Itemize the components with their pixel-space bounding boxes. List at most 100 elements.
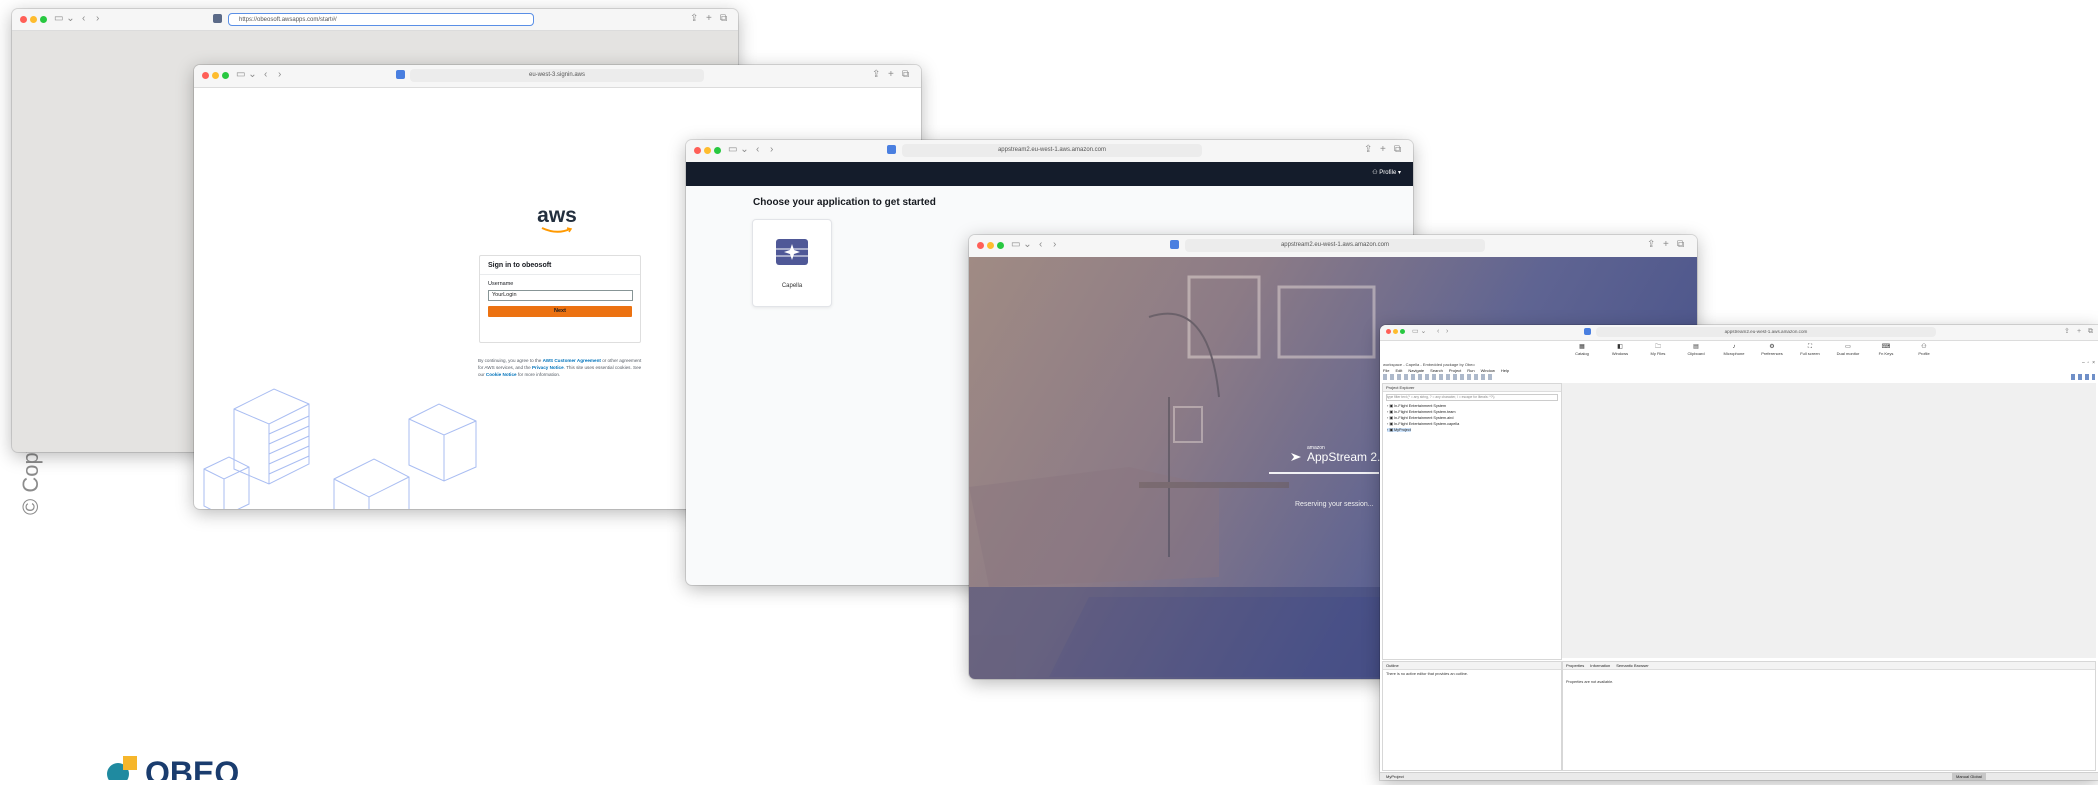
caret-down-icon: ▾ bbox=[1397, 170, 1401, 176]
new-tab-icon[interactable]: + bbox=[2077, 326, 2081, 338]
tabs-icon[interactable]: ⧉ bbox=[2088, 326, 2093, 338]
menu-search[interactable]: Search bbox=[1430, 368, 1443, 373]
monitor-icon: ▭ bbox=[1845, 344, 1851, 350]
sidebar-icon[interactable]: ▭ ⌄ bbox=[1412, 326, 1426, 338]
outline-tab[interactable]: Outline bbox=[1386, 663, 1399, 668]
aws-logo-text: aws bbox=[537, 204, 577, 227]
new-tab-icon[interactable]: + bbox=[888, 69, 894, 81]
menu-bar: File Edit Navigate Search Project Run Wi… bbox=[1383, 368, 1509, 373]
share-icon[interactable]: ⇪ bbox=[690, 13, 698, 25]
project-explorer-tab[interactable]: Project Explorer bbox=[1386, 385, 1414, 390]
signin-card: Sign in to obeosoft Username YourLogin N… bbox=[479, 255, 641, 343]
tab-information[interactable]: Information bbox=[1590, 662, 1610, 669]
back-icon[interactable]: ‹ bbox=[264, 69, 267, 81]
browser-window-capella: ▭ ⌄ ‹ › appstream2.eu-west-1.aws.amazon.… bbox=[1380, 325, 2098, 780]
appstream-icon bbox=[1291, 453, 1301, 461]
site-favicon bbox=[396, 70, 405, 79]
menu-window[interactable]: Window bbox=[1481, 368, 1495, 373]
toolbar-item[interactable]: ⌨ Fn Keys bbox=[1874, 344, 1898, 360]
tabs-icon[interactable]: ⧉ bbox=[1677, 239, 1684, 251]
address-bar[interactable]: https://obeosoft.awsapps.com/start#/ bbox=[228, 13, 534, 26]
browser-toolbar: ▭ ⌄ ‹ › https://obeosoft.awsapps.com/sta… bbox=[12, 9, 738, 31]
toolbar-item[interactable]: ⚇ Profile bbox=[1912, 344, 1936, 360]
tabs-icon[interactable]: ⧉ bbox=[902, 69, 909, 81]
toolbar-item[interactable]: ◧ Windows bbox=[1608, 344, 1632, 360]
back-icon[interactable]: ‹ bbox=[756, 144, 759, 156]
capella-window-title: workspace - Capella - Embedded package b… bbox=[1383, 362, 1475, 367]
sidebar-icon[interactable]: ▭ ⌄ bbox=[728, 144, 749, 156]
username-field[interactable]: YourLogin bbox=[488, 290, 633, 301]
share-icon[interactable]: ⇪ bbox=[2064, 326, 2070, 338]
obeo-logo: OBEO bbox=[105, 750, 295, 785]
browser-toolbar: ▭ ⌄ ‹ › appstream2.eu-west-1.aws.amazon.… bbox=[686, 140, 1413, 163]
share-icon[interactable]: ⇪ bbox=[1647, 239, 1655, 251]
profile-menu[interactable]: ⚇ Profile ▾ bbox=[1372, 169, 1401, 176]
tab-semantic-browser[interactable]: Semantic Browser bbox=[1616, 662, 1648, 669]
site-favicon bbox=[1584, 328, 1591, 335]
project-tree: › ▣ In-Flight Entertainment System › ▣ I… bbox=[1383, 403, 1561, 433]
address-bar[interactable]: appstream2.eu-west-1.aws.amazon.com bbox=[1596, 327, 1936, 337]
sidebar-icon[interactable]: ▭ ⌄ bbox=[54, 13, 75, 25]
app-name: Capella bbox=[781, 283, 803, 289]
tabs-icon[interactable]: ⧉ bbox=[720, 13, 727, 25]
menu-run[interactable]: Run bbox=[1467, 368, 1474, 373]
keys-icon: ⌨ bbox=[1881, 344, 1891, 350]
customer-agreement-link[interactable]: AWS Customer Agreement bbox=[543, 358, 601, 363]
eclipse-toolbar[interactable] bbox=[1383, 374, 1493, 380]
properties-message: Properties are not available. bbox=[1566, 680, 1614, 684]
status-mode: Manual Global bbox=[1952, 773, 1986, 780]
windows-icon: ◧ bbox=[1617, 344, 1623, 350]
sidebar-icon[interactable]: ▭ ⌄ bbox=[236, 69, 257, 81]
toolbar-item[interactable]: ⚙ Preferences bbox=[1760, 344, 1784, 360]
appstream-toolbar: ▦ Catalog ◧ Windows 🗀 My Files ▤ Clipboard ♪… bbox=[1570, 344, 1936, 360]
toolbar-item[interactable]: ▦ Catalog bbox=[1570, 344, 1594, 360]
back-icon[interactable]: ‹ bbox=[82, 13, 85, 25]
menu-edit[interactable]: Edit bbox=[1395, 368, 1402, 373]
tree-filter[interactable]: type filter text (* = any string, ? = an… bbox=[1386, 394, 1558, 401]
obeo-logo-text: OBEO bbox=[145, 755, 239, 780]
perspective-switcher[interactable] bbox=[2071, 374, 2095, 380]
back-icon[interactable]: ‹ bbox=[1039, 239, 1042, 251]
site-favicon bbox=[887, 145, 896, 154]
toolbar-item[interactable]: 🗀 My Files bbox=[1646, 344, 1670, 360]
grid-icon: ▦ bbox=[1579, 344, 1585, 350]
share-icon[interactable]: ⇪ bbox=[1364, 144, 1372, 156]
site-favicon bbox=[1170, 240, 1179, 249]
menu-file[interactable]: File bbox=[1383, 368, 1389, 373]
toolbar-item[interactable]: ♪ Microphone bbox=[1722, 344, 1746, 360]
menu-help[interactable]: Help bbox=[1501, 368, 1509, 373]
editor-area bbox=[1562, 383, 2096, 658]
tree-item-selected[interactable]: › ▣ MyProject bbox=[1387, 427, 1561, 433]
tabs-icon[interactable]: ⧉ bbox=[1394, 144, 1401, 156]
forward-icon[interactable]: › bbox=[770, 144, 773, 156]
forward-icon[interactable]: › bbox=[1053, 239, 1056, 251]
address-bar[interactable]: eu-west-3.signin.aws bbox=[410, 69, 704, 82]
window-controls[interactable]: – ▫ × bbox=[2082, 360, 2095, 366]
forward-icon[interactable]: › bbox=[96, 13, 99, 25]
new-tab-icon[interactable]: + bbox=[706, 13, 712, 25]
new-tab-icon[interactable]: + bbox=[1663, 239, 1669, 251]
tab-properties[interactable]: Properties bbox=[1566, 662, 1584, 669]
clipboard-icon: ▤ bbox=[1693, 344, 1699, 350]
signin-heading: Sign in to obeosoft bbox=[488, 262, 552, 269]
next-button[interactable]: Next bbox=[488, 306, 632, 317]
address-bar[interactable]: appstream2.eu-west-1.aws.amazon.com bbox=[1185, 239, 1485, 252]
aws-logo: aws bbox=[537, 205, 577, 235]
menu-navigate[interactable]: Navigate bbox=[1408, 368, 1424, 373]
back-icon[interactable]: ‹ bbox=[1437, 326, 1439, 338]
menu-project[interactable]: Project bbox=[1449, 368, 1461, 373]
toolbar-item[interactable]: ⛶ Full screen bbox=[1798, 344, 1822, 360]
folder-icon: 🗀 bbox=[1654, 344, 1661, 350]
share-icon[interactable]: ⇪ bbox=[872, 69, 880, 81]
app-tile-capella[interactable]: Capella bbox=[752, 219, 832, 307]
sidebar-icon[interactable]: ▭ ⌄ bbox=[1011, 239, 1032, 251]
toolbar-item[interactable]: ▭ Dual monitor bbox=[1836, 344, 1860, 360]
address-bar[interactable]: appstream2.eu-west-1.aws.amazon.com bbox=[902, 144, 1202, 157]
gear-icon: ⚙ bbox=[1769, 344, 1775, 350]
forward-icon[interactable]: › bbox=[278, 69, 281, 81]
outline-message: There is no active editor that provides … bbox=[1386, 672, 1468, 676]
new-tab-icon[interactable]: + bbox=[1380, 144, 1386, 156]
project-explorer-panel: Project Explorer type filter text (* = a… bbox=[1382, 383, 1562, 660]
toolbar-item[interactable]: ▤ Clipboard bbox=[1684, 344, 1708, 360]
forward-icon[interactable]: › bbox=[1446, 326, 1448, 338]
